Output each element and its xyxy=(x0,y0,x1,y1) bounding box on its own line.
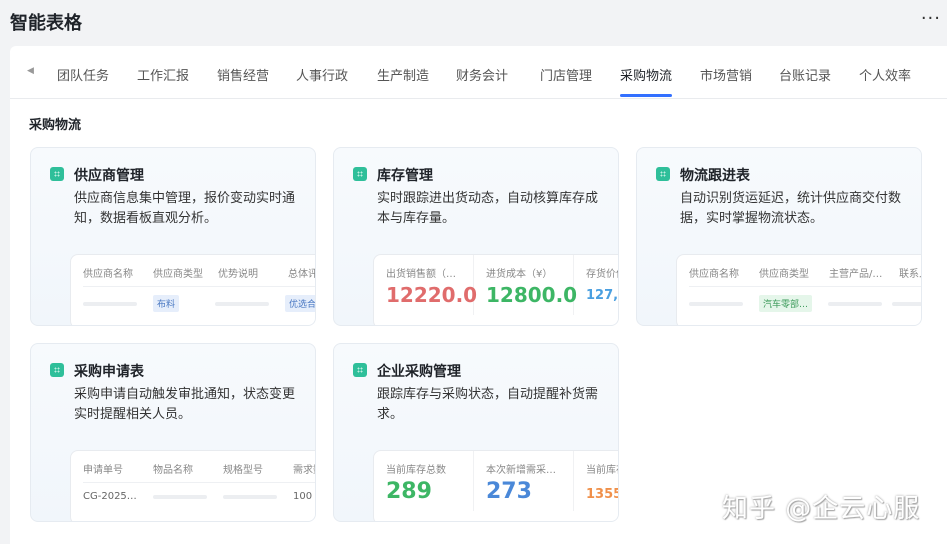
column-header: 优势说明 xyxy=(218,269,258,280)
top-bar: 智能表格 ··· xyxy=(0,0,947,44)
column-header: 供应商类型 xyxy=(759,269,809,280)
template-card-logistics-tracking[interactable]: 物流跟进表 自动识别货运延迟，统计供应商交付数据，实时掌握物流状态。 供应商名称… xyxy=(636,147,922,326)
table-preview: 供应商名称 供应商类型 主营产品/… 联系人 汽车零部… xyxy=(676,254,921,325)
column-header: 主营产品/… xyxy=(829,269,883,280)
card-title: 供应商管理 xyxy=(74,168,144,184)
column-header: 物品名称 xyxy=(153,465,193,476)
card-description: 跟踪库存与采购状态，自动提醒补货需求。 xyxy=(377,387,599,422)
column-header: 规格型号 xyxy=(223,465,263,476)
stat-label: 进货成本（¥） xyxy=(486,269,553,280)
column-header: 申请单号 xyxy=(83,465,123,476)
tab-4[interactable]: 生产制造 xyxy=(377,65,429,84)
tab-0[interactable]: 团队任务 xyxy=(57,65,109,84)
tab-8[interactable]: 市场营销 xyxy=(700,65,752,84)
watermark: 知乎 @企云心服 xyxy=(722,494,921,524)
scroll-left-icon[interactable]: ◀ xyxy=(27,66,34,76)
card-title: 物流跟进表 xyxy=(680,168,750,184)
tag: 汽车零部… xyxy=(759,295,813,312)
sheet-icon xyxy=(50,363,64,377)
sheet-icon xyxy=(353,363,367,377)
placeholder-bar xyxy=(153,494,207,499)
sheet-icon xyxy=(656,167,670,181)
placeholder-bar xyxy=(828,301,883,306)
stat-value: 127,7 xyxy=(586,288,619,303)
stat-label: 出货销售额（… xyxy=(386,269,456,280)
stat-label: 当前库存总数 xyxy=(386,465,446,476)
sheet-icon xyxy=(353,167,367,181)
column-header: 供应商名称 xyxy=(83,269,133,280)
stat-label: 存货价值 xyxy=(586,269,618,280)
column-header: 供应商名称 xyxy=(689,269,739,280)
placeholder-bar xyxy=(215,301,270,306)
card-title: 企业采购管理 xyxy=(377,364,461,380)
tab-5[interactable]: 财务会计 xyxy=(456,65,508,84)
more-horizontal-icon[interactable]: ··· xyxy=(921,8,941,29)
stat-label: 当前库存 xyxy=(586,465,618,476)
column-header: 需求数 xyxy=(293,465,315,476)
stat-value: 289 xyxy=(386,479,432,504)
placeholder-bar xyxy=(83,301,137,306)
placeholder-bar xyxy=(689,301,743,306)
tab-1[interactable]: 工作汇报 xyxy=(137,65,189,84)
cell: CG-2025… xyxy=(83,491,137,502)
template-card-inventory-management[interactable]: 库存管理 实时跟踪进出货动态，自动核算库存成本与库存量。 出货销售额（… 1222… xyxy=(333,147,619,326)
table-preview: 供应商名称 供应商类型 优势说明 总体评 布料 优选合 xyxy=(70,254,316,325)
placeholder-bar xyxy=(892,301,921,306)
tab-10[interactable]: 个人效率 xyxy=(859,65,911,84)
category-tabs: ◀ 团队任务 工作汇报 销售经营 人事行政 生产制造 财务会计 门店管理 采购物流 市场营销 台账… xyxy=(10,46,947,99)
tab-9[interactable]: 台账记录 xyxy=(779,65,831,84)
tab-6[interactable]: 门店管理 xyxy=(540,65,592,84)
dashboard-preview: 出货销售额（… 12220.0 进货成本（¥） 12800.0 存货价值 127,7 xyxy=(373,254,619,325)
stat-value: 273 xyxy=(486,479,532,504)
card-description: 采购申请自动触发审批通知，状态变更实时提醒相关人员。 xyxy=(74,387,296,422)
tab-2[interactable]: 销售经营 xyxy=(217,65,269,84)
section-title: 采购物流 xyxy=(29,118,82,133)
card-description: 自动识别货运延迟，统计供应商交付数据，实时掌握物流状态。 xyxy=(680,191,902,226)
card-title: 采购申请表 xyxy=(74,364,144,380)
card-description: 供应商信息集中管理，报价变动实时通知，数据看板直观分析。 xyxy=(74,191,296,226)
app-title: 智能表格 xyxy=(10,13,82,34)
stat-value: 12220.0 xyxy=(386,283,478,307)
stat-value: 12800.0 xyxy=(486,283,578,307)
column-header: 供应商类型 xyxy=(153,269,203,280)
column-header: 总体评 xyxy=(288,269,316,280)
tab-3[interactable]: 人事行政 xyxy=(296,65,348,84)
template-card-supplier-management[interactable]: 供应商管理 供应商信息集中管理，报价变动实时通知，数据看板直观分析。 供应商名称… xyxy=(30,147,316,326)
dashboard-preview: 当前库存总数 289 本次新增需采… 273 当前库存 13550 xyxy=(373,450,618,521)
sheet-icon xyxy=(50,167,64,181)
tag: 优选合 xyxy=(285,295,315,312)
tab-7[interactable]: 采购物流 xyxy=(620,65,673,97)
cell: 100 xyxy=(293,491,313,502)
stat-value: 13550 xyxy=(586,487,618,502)
card-description: 实时跟踪进出货动态，自动核算库存成本与库存量。 xyxy=(377,191,599,226)
tag: 布料 xyxy=(153,295,180,312)
stat-label: 本次新增需采… xyxy=(486,465,556,476)
template-card-purchase-request[interactable]: 采购申请表 采购申请自动触发审批通知，状态变更实时提醒相关人员。 申请单号 物品… xyxy=(30,343,316,522)
template-card-enterprise-procurement[interactable]: 企业采购管理 跟踪库存与采购状态，自动提醒补货需求。 当前库存总数 289 本次新… xyxy=(333,343,619,522)
card-title: 库存管理 xyxy=(377,168,433,184)
table-preview: 申请单号 物品名称 规格型号 需求数 CG-2025… 100 xyxy=(70,450,315,521)
placeholder-bar xyxy=(223,494,277,499)
column-header: 联系人 xyxy=(899,269,921,280)
